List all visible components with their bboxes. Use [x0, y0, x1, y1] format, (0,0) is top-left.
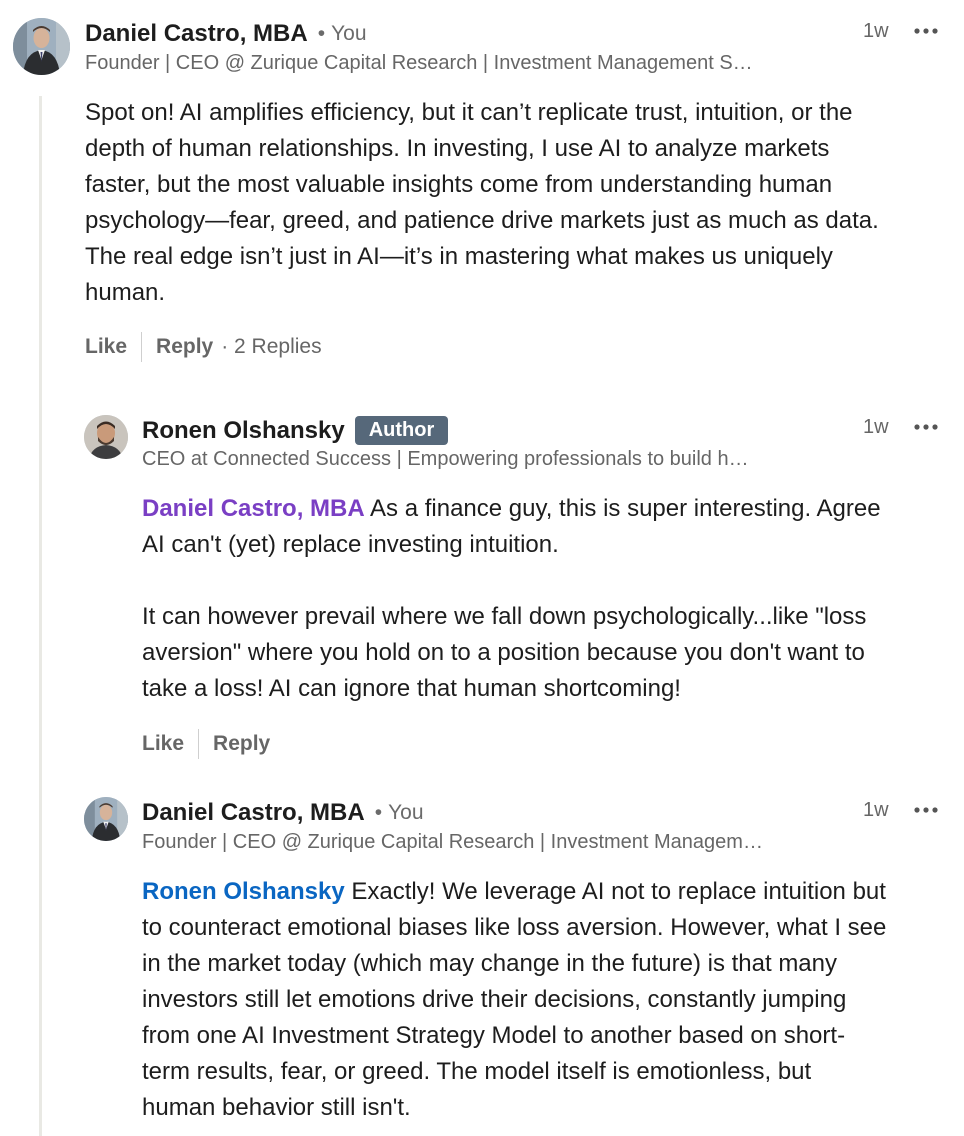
author-headline: CEO at Connected Success | Empowering pr…	[142, 448, 749, 470]
comment-actions: Like Reply	[142, 729, 270, 759]
mention-link[interactable]: Ronen Olshansky	[142, 878, 345, 905]
comment-header: Daniel Castro, MBA • You	[85, 20, 367, 48]
like-button[interactable]: Like	[142, 732, 184, 756]
reply-button[interactable]: Reply	[213, 732, 270, 756]
comment-actions: Like Reply · 2 Replies	[85, 332, 322, 362]
timestamp: 1w	[863, 416, 889, 438]
comment-text: Spot on! AI amplifies efficiency, but it…	[85, 99, 879, 306]
divider	[198, 729, 200, 759]
comment-header: Daniel Castro, MBA • You	[142, 799, 424, 827]
comment-text: Daniel Castro, MBA As a finance guy, thi…	[142, 495, 881, 702]
author-headline: Founder | CEO @ Zurique Capital Research…	[85, 52, 753, 74]
thread-line	[39, 96, 42, 1136]
comment-header: Ronen Olshansky Author	[142, 416, 449, 445]
author-name[interactable]: Ronen Olshansky	[142, 417, 345, 445]
author-name[interactable]: Daniel Castro, MBA	[142, 799, 365, 827]
author-headline: Founder | CEO @ Zurique Capital Research…	[142, 831, 763, 853]
divider	[141, 332, 143, 362]
author-badge: Author	[354, 416, 449, 445]
like-button[interactable]: Like	[85, 335, 127, 359]
avatar-daniel[interactable]	[84, 797, 128, 841]
timestamp: 1w	[863, 799, 889, 821]
you-label: • You	[317, 22, 367, 45]
avatar-daniel[interactable]	[13, 18, 70, 75]
reply-button[interactable]: Reply	[156, 335, 213, 359]
comment-text: Ronen Olshansky Exactly! We leverage AI …	[142, 878, 887, 1121]
mention-link[interactable]: Daniel Castro, MBA	[142, 495, 365, 522]
replies-count-link[interactable]: · 2 Replies	[221, 335, 321, 359]
ellipsis-icon[interactable]	[913, 25, 945, 37]
timestamp: 1w	[863, 20, 889, 42]
ellipsis-icon[interactable]	[913, 804, 945, 816]
avatar-ronen[interactable]	[84, 415, 128, 459]
author-name[interactable]: Daniel Castro, MBA	[85, 20, 308, 48]
you-label: • You	[374, 801, 424, 824]
ellipsis-icon[interactable]	[913, 421, 945, 433]
